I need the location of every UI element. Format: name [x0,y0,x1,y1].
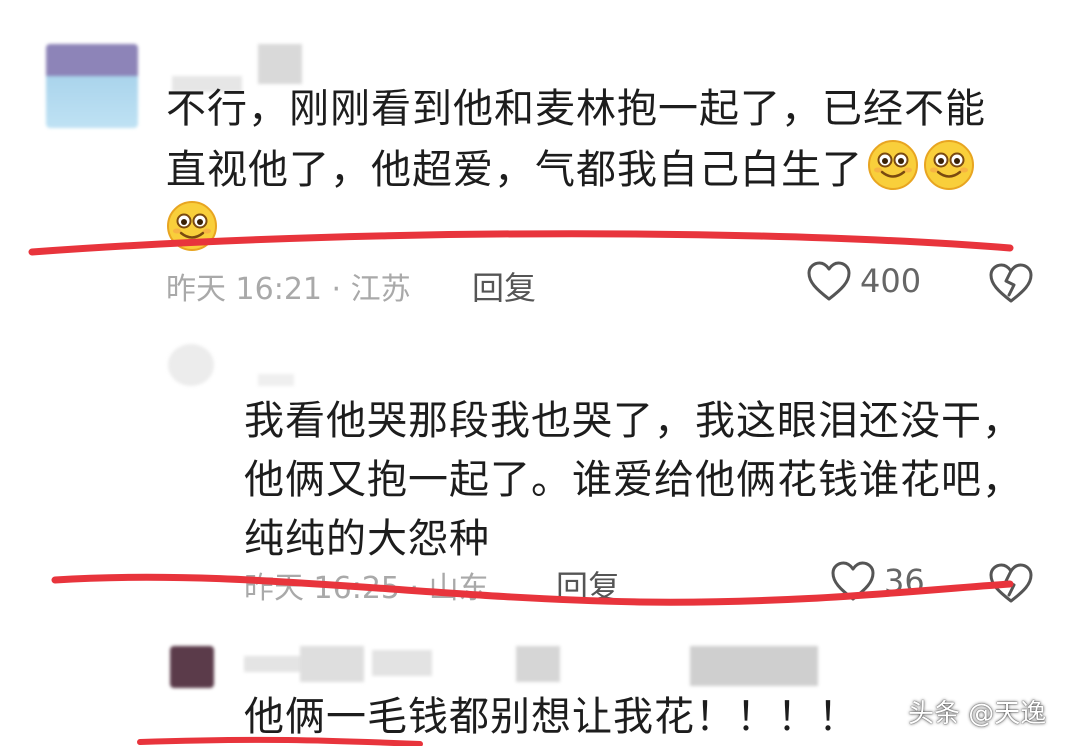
avatar[interactable] [170,646,214,688]
comment-line-emoji [166,200,1026,261]
comment-time-location: 昨天 16:25 · 山东 [244,571,489,606]
grin-emoji-icon [924,140,974,190]
like-count: 36 [884,562,925,600]
comment-line: 他俩一毛钱都别想让我花！！！！ [244,694,859,740]
like-button[interactable]: 36 [830,560,925,602]
username-part [300,646,364,682]
comment-line: 我看他哭那段我也哭了，我这眼泪还没干， [244,398,1023,444]
comment-line-with-emoji: 直视他了，他超爱，气都我自己白生了 [166,139,1026,200]
reply-button[interactable]: 回复 [556,562,620,608]
comment-text: 他俩一毛钱都别想让我花！！！！ [244,688,944,746]
watermark: 头条 @天逸 [908,699,1047,729]
avatar[interactable] [46,44,138,128]
grin-emoji-icon [868,140,918,190]
user-badge [258,44,302,84]
broken-heart-icon [989,263,1033,303]
heart-icon [807,261,851,301]
comment-thread-screenshot: 不行，刚刚看到他和麦林抱一起了，已经不能 直视他了，他超爱，气都我自己白生了 昨… [0,0,1078,746]
reply-button[interactable]: 回复 [472,263,536,309]
comment-time-location: 昨天 16:21 · 江苏 [166,272,411,307]
grin-emoji-icon [167,201,217,251]
like-button[interactable]: 400 [806,260,921,302]
dislike-button[interactable] [988,562,1034,608]
comment-line: 不行，刚刚看到他和麦林抱一起了，已经不能 [166,86,986,132]
user-badge [516,646,560,682]
username[interactable] [258,374,294,386]
comment-text: 不行，刚刚看到他和麦林抱一起了，已经不能 直视他了，他超爱，气都我自己白生了 [166,80,1026,261]
comment-line: 他俩又抱一起了。谁爱给他俩花钱谁花吧， [244,457,1023,503]
avatar[interactable] [168,344,214,386]
heart-icon [831,561,875,601]
username[interactable] [244,656,304,672]
dislike-button[interactable] [988,262,1034,308]
username-part [372,650,432,676]
like-count: 400 [860,262,922,300]
user-badge [690,646,818,686]
broken-heart-icon [989,563,1033,603]
comment-text: 我看他哭那段我也哭了，我这眼泪还没干， 他俩又抱一起了。谁爱给他俩花钱谁花吧， … [244,392,1044,569]
